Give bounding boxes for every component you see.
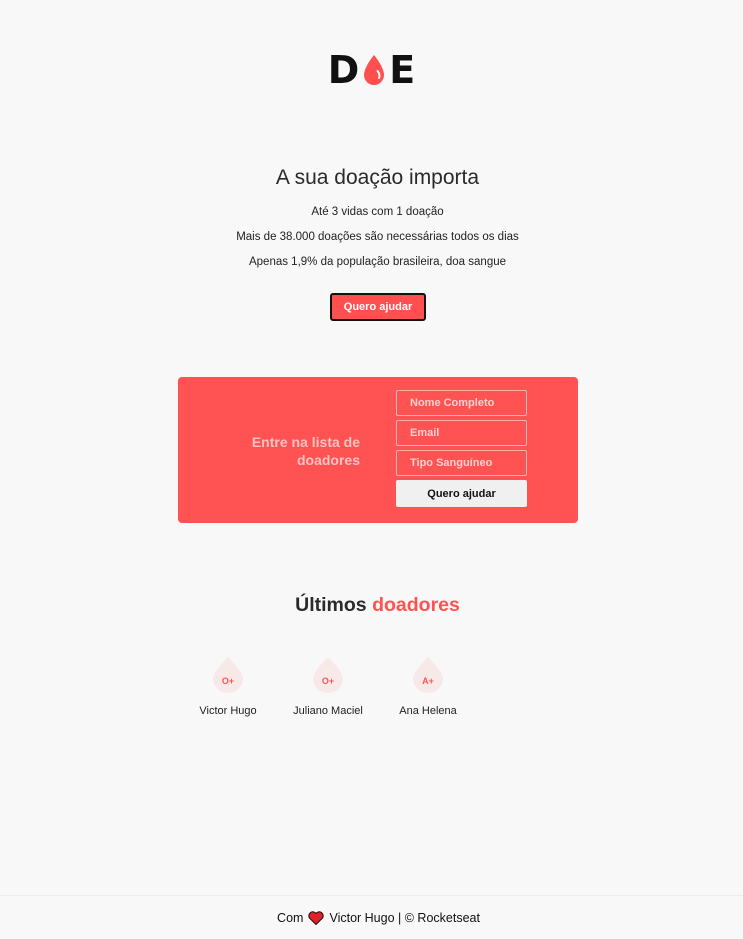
donor-name: Ana Helena [399, 705, 457, 717]
submit-button[interactable]: Quero ajudar [396, 480, 527, 507]
form-title: Entre na lista de doadores [218, 433, 360, 469]
logo-letter-e: E [389, 48, 416, 92]
hero-line-daily-need: Mais de 38.000 doações são necessárias t… [236, 231, 519, 243]
blood-drop-icon [360, 50, 388, 90]
donors-title: Últimos doadores [0, 594, 743, 617]
hero-title: A sua doação importa [275, 166, 480, 189]
footer: Com Victor Hugo | © Rocketseat [0, 895, 743, 939]
donor-blood-type: O+ [221, 676, 235, 686]
donors-title-prefix: Últimos [295, 594, 367, 616]
blood-drop-badge-icon: O+ [312, 656, 344, 694]
blood-type-input[interactable] [396, 450, 527, 476]
footer-credits: Victor Hugo | © Rocketseat [329, 910, 480, 925]
donors-title-accent: doadores [372, 594, 460, 616]
form-title-line1: Entre na lista de [251, 434, 360, 450]
footer-prefix: Com [277, 910, 304, 925]
logo: D E [0, 50, 743, 90]
donor-name: Juliano Maciel [293, 705, 363, 717]
donor-blood-type: A+ [422, 676, 434, 686]
donor-blood-type: O+ [321, 676, 335, 686]
heart-icon [308, 910, 325, 925]
hero-line-population: Apenas 1,9% da população brasileira, doa… [248, 256, 507, 268]
name-input[interactable] [396, 390, 527, 416]
donor-item: O+ Victor Hugo [178, 656, 278, 717]
donor-name: Victor Hugo [199, 705, 257, 717]
donor-signup-form: Entre na lista de doadores Quero ajudar [178, 377, 578, 523]
hero-line-lives: Até 3 vidas com 1 doação [311, 206, 444, 218]
help-button[interactable]: Quero ajudar [330, 293, 426, 321]
form-title-line2: doadores [296, 452, 360, 468]
blood-drop-badge-icon: O+ [212, 656, 244, 694]
logo-letter-d: D [327, 48, 360, 92]
donor-item: O+ Juliano Maciel [278, 656, 378, 717]
donor-item: A+ Ana Helena [378, 656, 478, 717]
email-input[interactable] [396, 420, 527, 446]
blood-drop-badge-icon: A+ [412, 656, 444, 694]
